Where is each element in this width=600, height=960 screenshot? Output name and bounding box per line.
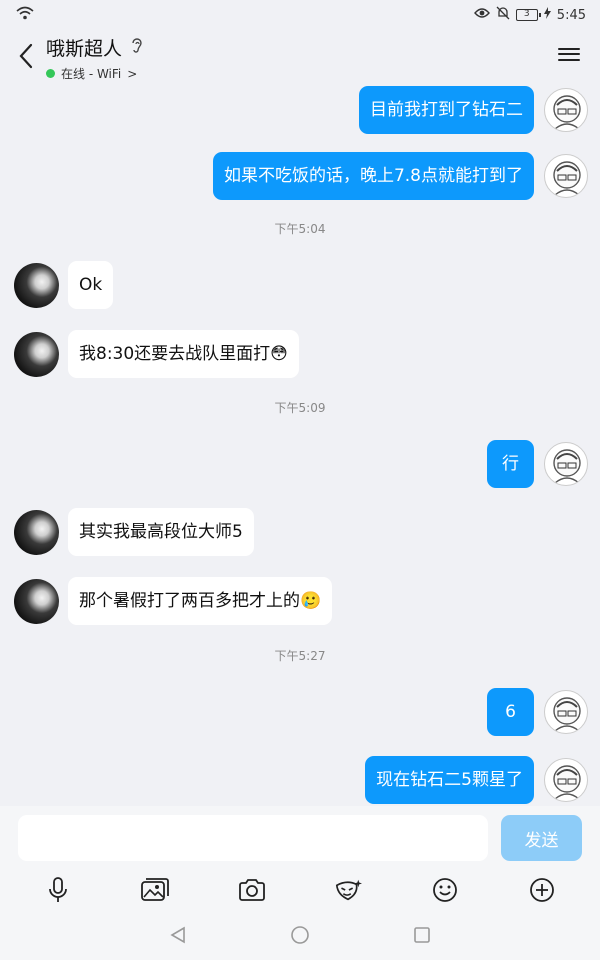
message-incoming[interactable]: 那个暑假打了两百多把才上的🥲 xyxy=(14,577,333,625)
recent-square-icon[interactable] xyxy=(411,924,433,946)
menu-button[interactable] xyxy=(558,44,580,64)
clock: 5:45 xyxy=(556,7,586,23)
message-bubble[interactable]: 目前我打到了钻石二 xyxy=(359,86,534,134)
avatar[interactable] xyxy=(544,690,588,734)
online-dot-icon xyxy=(46,69,55,78)
message-outgoing[interactable]: 行 xyxy=(487,440,588,488)
menu-icon-line xyxy=(558,47,580,50)
menu-icon-line xyxy=(558,58,580,61)
message-list[interactable]: 目前我打到了钻石二 如果不吃饭的话，晚上7.8点就能打到了 下午5:04 Ok … xyxy=(0,86,600,806)
battery-icon: 3 xyxy=(515,9,541,21)
message-outgoing[interactable]: 如果不吃饭的话，晚上7.8点就能打到了 xyxy=(212,152,588,200)
message-incoming[interactable]: Ok xyxy=(14,261,114,309)
message-bubble[interactable]: 现在钻石二5颗星了 xyxy=(365,756,534,804)
composer-toolbar xyxy=(0,870,600,910)
message-outgoing[interactable]: 现在钻石二5颗星了 xyxy=(365,756,588,804)
message-outgoing[interactable]: 6 xyxy=(487,688,588,736)
camera-icon[interactable] xyxy=(238,876,266,904)
message-incoming[interactable]: 我8:30还要去战队里面打😳 xyxy=(14,330,299,378)
mic-icon[interactable] xyxy=(44,876,72,904)
timestamp: 下午5:09 xyxy=(274,401,326,415)
back-button[interactable] xyxy=(6,34,46,82)
message-bubble[interactable]: 那个暑假打了两百多把才上的🥲 xyxy=(68,577,333,625)
send-button[interactable]: 发送 xyxy=(501,815,582,861)
message-bubble[interactable]: 行 xyxy=(487,440,534,488)
back-triangle-icon[interactable] xyxy=(167,924,189,946)
chevron-left-icon xyxy=(19,43,33,73)
image-icon[interactable] xyxy=(141,876,169,904)
contact-name: 哦斯超人 xyxy=(46,38,123,60)
message-bubble[interactable]: Ok xyxy=(68,261,114,309)
home-circle-icon[interactable] xyxy=(289,924,311,946)
timestamp: 下午5:27 xyxy=(274,649,326,663)
avatar[interactable] xyxy=(544,154,588,198)
avatar[interactable] xyxy=(14,262,59,308)
status-right: 3 5:45 xyxy=(473,6,586,24)
avatar[interactable] xyxy=(544,758,588,802)
avatar[interactable] xyxy=(14,578,59,624)
message-incoming[interactable]: 其实我最高段位大师5 xyxy=(14,508,254,556)
emoji-icon[interactable] xyxy=(431,876,459,904)
presence-status[interactable]: 在线 - WiFi > xyxy=(46,65,144,82)
message-bubble[interactable]: 如果不吃饭的话，晚上7.8点就能打到了 xyxy=(212,152,534,200)
charging-icon xyxy=(543,7,551,23)
wifi-icon xyxy=(16,6,34,24)
title-block[interactable]: 哦斯超人 在线 - WiFi > xyxy=(46,34,144,82)
avatar[interactable] xyxy=(14,509,59,555)
sticker-icon[interactable] xyxy=(334,876,363,904)
message-input[interactable] xyxy=(18,815,488,861)
composer: 发送 xyxy=(0,806,600,870)
status-bar: 3 5:45 xyxy=(0,0,600,30)
avatar[interactable] xyxy=(14,331,59,377)
avatar[interactable] xyxy=(544,88,588,132)
message-bubble[interactable]: 6 xyxy=(487,688,534,736)
plus-icon[interactable] xyxy=(528,876,556,904)
message-bubble[interactable]: 其实我最高段位大师5 xyxy=(68,508,254,556)
chevron-right-icon: > xyxy=(127,66,138,81)
menu-icon-line xyxy=(558,53,580,55)
presence-text: 在线 - WiFi xyxy=(61,67,122,81)
system-nav-bar xyxy=(0,910,600,960)
chat-header: 哦斯超人 在线 - WiFi > xyxy=(0,30,600,86)
avatar[interactable] xyxy=(544,442,588,486)
timestamp: 下午5:04 xyxy=(274,222,326,236)
message-outgoing[interactable]: 目前我打到了钻石二 xyxy=(359,86,588,134)
eye-icon xyxy=(473,7,490,23)
ear-icon[interactable] xyxy=(130,37,144,59)
message-bubble[interactable]: 我8:30还要去战队里面打😳 xyxy=(68,330,299,378)
mute-bell-icon xyxy=(496,6,510,24)
